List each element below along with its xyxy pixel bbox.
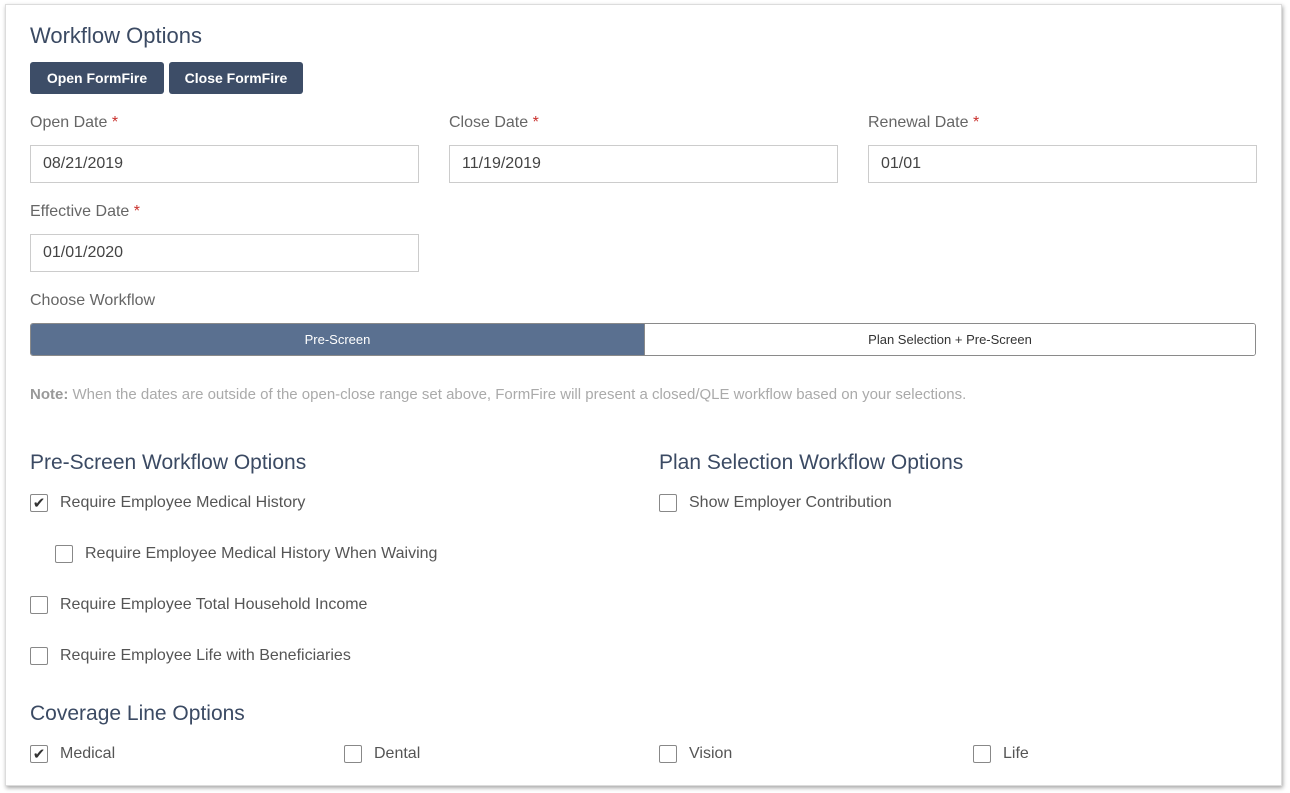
choose-workflow-label: Choose Workflow	[30, 292, 156, 309]
checkbox-require-life-beneficiaries[interactable]: Require Employee Life with Beneficiaries	[30, 647, 351, 665]
checkbox-coverage-dental[interactable]: Dental	[344, 745, 420, 763]
checkbox[interactable]	[973, 745, 991, 763]
workflow-segmented-control: Pre-Screen Plan Selection + Pre-Screen	[30, 323, 1256, 356]
checkbox-coverage-medical[interactable]: ✔ Medical	[30, 745, 115, 763]
checkbox-require-medical-history-waiving[interactable]: Require Employee Medical History When Wa…	[55, 545, 437, 563]
workflow-option-pre-screen[interactable]: Pre-Screen	[31, 324, 644, 355]
open-date-label: Open Date *	[30, 114, 119, 131]
checkbox-coverage-life[interactable]: Life	[973, 745, 1029, 763]
effective-date-label: Effective Date *	[30, 203, 140, 220]
close-formfire-button[interactable]: Close FormFire	[169, 62, 303, 94]
renewal-date-label: Renewal Date *	[868, 114, 980, 131]
checkbox[interactable]	[659, 745, 677, 763]
checkbox-show-employer-contribution[interactable]: Show Employer Contribution	[659, 494, 892, 512]
checkbox-require-medical-history[interactable]: ✔ Require Employee Medical History	[30, 494, 305, 512]
workflow-note: Note: When the dates are outside of the …	[30, 386, 967, 403]
renewal-date-input[interactable]	[868, 145, 1257, 183]
close-date-label: Close Date *	[449, 114, 539, 131]
checkbox[interactable]	[30, 647, 48, 665]
required-marker: *	[972, 114, 980, 131]
checkbox[interactable]	[344, 745, 362, 763]
required-marker: *	[532, 114, 539, 131]
check-icon: ✔	[32, 745, 46, 763]
required-marker: *	[111, 114, 119, 131]
checkbox[interactable]	[659, 494, 677, 512]
pre-screen-options-title: Pre-Screen Workflow Options	[30, 451, 307, 474]
workflow-option-plan-selection-pre-screen[interactable]: Plan Selection + Pre-Screen	[644, 324, 1255, 355]
close-date-input[interactable]	[449, 145, 838, 183]
checkbox[interactable]: ✔	[30, 745, 48, 763]
open-date-input[interactable]	[30, 145, 419, 183]
checkbox[interactable]	[55, 545, 73, 563]
coverage-line-options-title: Coverage Line Options	[30, 702, 245, 725]
check-icon: ✔	[32, 494, 46, 512]
checkbox[interactable]: ✔	[30, 494, 48, 512]
workflow-options-title: Workflow Options	[30, 23, 202, 48]
checkbox[interactable]	[30, 596, 48, 614]
checkbox-coverage-vision[interactable]: Vision	[659, 745, 732, 763]
effective-date-input[interactable]	[30, 234, 419, 272]
open-formfire-button[interactable]: Open FormFire	[30, 62, 164, 94]
plan-selection-options-title: Plan Selection Workflow Options	[659, 451, 964, 474]
checkbox-require-household-income[interactable]: Require Employee Total Household Income	[30, 596, 367, 614]
required-marker: *	[133, 203, 140, 220]
